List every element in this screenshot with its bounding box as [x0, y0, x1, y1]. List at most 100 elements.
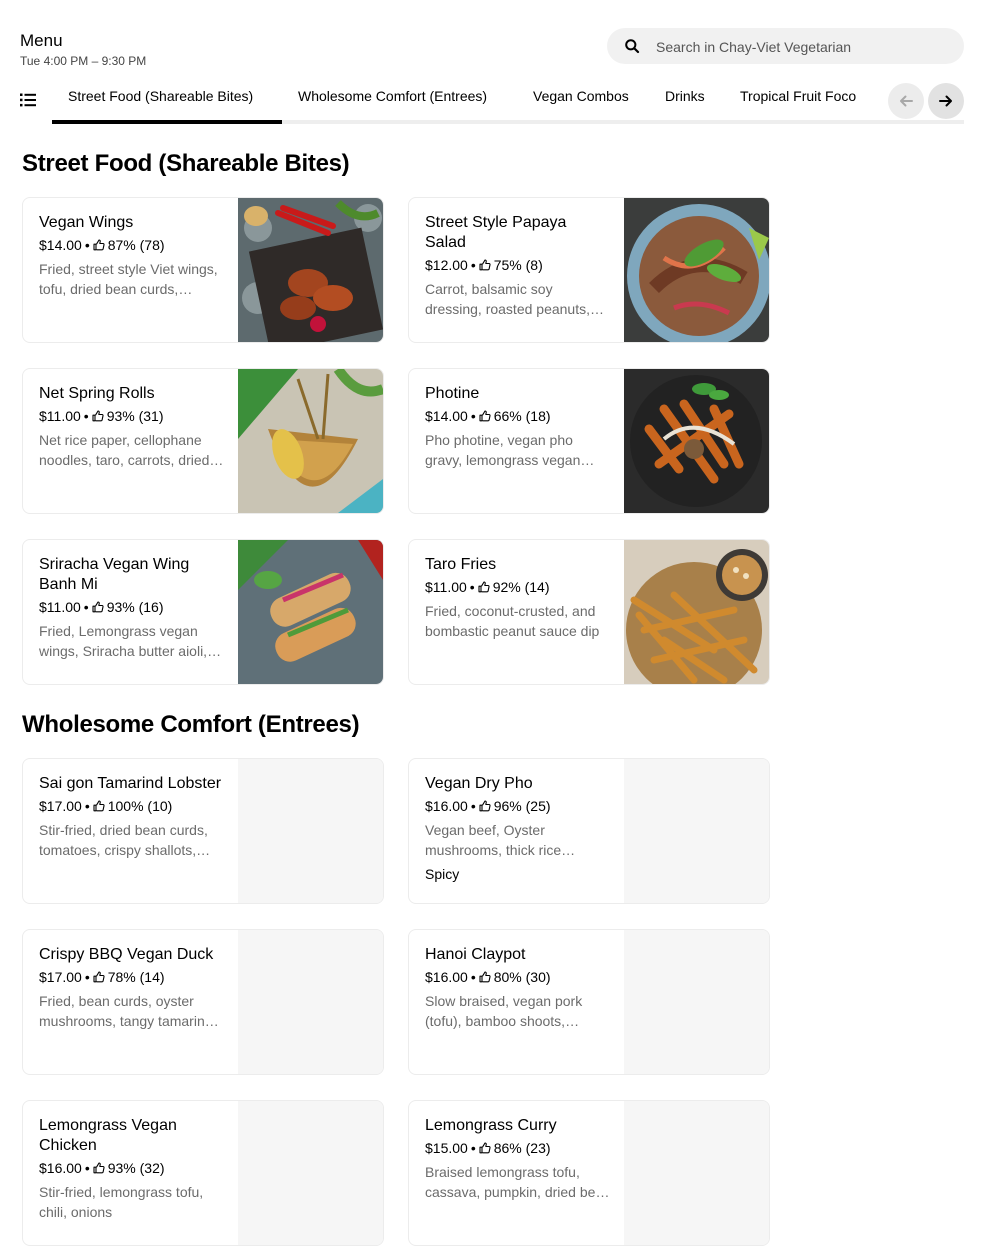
item-name: Vegan Wings	[39, 214, 134, 231]
item-description: Fried, street style Viet wings, tofu, dr…	[39, 261, 218, 297]
spring-rolls-photo	[238, 369, 383, 513]
wings-photo	[238, 198, 383, 342]
image-placeholder	[624, 1101, 769, 1245]
separator: •	[84, 1160, 90, 1176]
menu-item-card[interactable]: Sai gon Tamarind Lobster $17.00 • 100% (1…	[22, 758, 384, 904]
item-price: $17.00	[39, 798, 82, 814]
item-meta: $17.00 • 78% (14)	[39, 967, 225, 987]
item-name: Lemongrass Curry	[425, 1117, 557, 1134]
image-placeholder	[238, 759, 383, 903]
thumbs-up-icon	[93, 239, 105, 251]
image-placeholder	[624, 759, 769, 903]
item-meta: $16.00 • 93% (32)	[39, 1158, 225, 1178]
menu-item-card[interactable]: Vegan Dry Pho $16.00 • 96% (25) Vegan bee…	[408, 758, 770, 904]
item-price: $15.00	[425, 1140, 468, 1156]
item-price: $16.00	[425, 969, 468, 985]
item-name: Taro Fries	[425, 556, 497, 573]
item-price: $14.00	[425, 408, 468, 424]
menu-item-card[interactable]: Net Spring Rolls $11.00 • 93% (31) Net ri…	[22, 368, 384, 514]
tab-wholesome-comfort[interactable]: Wholesome Comfort (Entrees)	[298, 88, 487, 104]
item-description: Vegan beef, Oyster mushrooms, thick rice…	[425, 822, 562, 858]
item-meta: $17.00 • 100% (10)	[39, 796, 225, 816]
menu-item-card[interactable]: Taro Fries $11.00 • 92% (14) Fried, cocon…	[408, 539, 770, 685]
separator: •	[470, 408, 476, 424]
thumbs-up-icon	[92, 601, 104, 613]
item-meta: $11.00 • 93% (16)	[39, 597, 225, 617]
item-meta: $11.00 • 93% (31)	[39, 406, 225, 426]
category-tabs: Street Food (Shareable Bites) Wholesome …	[0, 80, 984, 126]
active-tab-indicator	[52, 120, 282, 124]
item-rating: 96% (25)	[493, 798, 551, 814]
item-description: Carrot, balsamic soy dressing, roasted p…	[425, 281, 590, 317]
item-rating: 100% (10)	[107, 798, 173, 814]
store-hours: Tue 4:00 PM – 9:30 PM	[20, 54, 147, 68]
item-price: $11.00	[39, 599, 81, 615]
arrow-left-icon	[900, 95, 913, 107]
thumbs-up-icon	[92, 410, 104, 422]
item-description: Braised lemongrass tofu, cassava, pumpki…	[425, 1164, 611, 1200]
scroll-left-button[interactable]	[888, 83, 924, 119]
thumbs-up-icon	[479, 410, 491, 422]
thumbs-up-icon	[479, 800, 491, 812]
item-description: Fried, Lemongrass vegan wings, Sriracha …	[39, 623, 208, 659]
list-menu-icon[interactable]	[20, 93, 36, 107]
item-price: $17.00	[39, 969, 82, 985]
search-input[interactable]	[654, 28, 948, 66]
item-name: Hanoi Claypot	[425, 946, 526, 963]
item-price: $11.00	[39, 408, 81, 424]
papaya-salad-photo	[624, 198, 769, 342]
banh-mi-photo	[238, 540, 383, 684]
tab-street-food[interactable]: Street Food (Shareable Bites)	[68, 88, 253, 104]
page-title: Menu	[20, 31, 63, 50]
menu-item-card[interactable]: Photine $14.00 • 66% (18) Pho photine, ve…	[408, 368, 770, 514]
menu-item-card[interactable]: Vegan Wings $14.00 • 87% (78) Fried, stre…	[22, 197, 384, 343]
item-rating: 78% (14)	[107, 969, 165, 985]
menu-item-card[interactable]: Lemongrass Curry $15.00 • 86% (23) Braise…	[408, 1100, 770, 1246]
item-name: Photine	[425, 385, 480, 402]
item-price: $12.00	[425, 257, 468, 273]
item-meta: $14.00 • 66% (18)	[425, 406, 611, 426]
image-placeholder	[624, 930, 769, 1074]
item-meta: $14.00 • 87% (78)	[39, 235, 225, 255]
item-rating: 80% (30)	[493, 969, 551, 985]
menu-item-card[interactable]: Street Style Papaya Salad $12.00 • 75% (8…	[408, 197, 770, 343]
item-description: Fried, bean curds, oyster mushrooms, tan…	[39, 993, 213, 1029]
arrow-right-icon	[939, 95, 952, 107]
tabs-fade	[868, 80, 888, 120]
item-description: Slow braised, vegan pork (tofu), bamboo …	[425, 993, 583, 1029]
tab-vegan-combos[interactable]: Vegan Combos	[533, 88, 629, 104]
item-rating: 66% (18)	[493, 408, 551, 424]
item-name: Vegan Dry Pho	[425, 775, 533, 792]
separator: •	[83, 408, 89, 424]
item-meta: $11.00 • 92% (14)	[425, 577, 611, 597]
item-rating: 93% (32)	[107, 1160, 165, 1176]
item-meta: $15.00 • 86% (23)	[425, 1138, 611, 1158]
item-name: Sai gon Tamarind Lobster	[39, 775, 222, 792]
search-icon	[625, 39, 640, 54]
menu-item-card[interactable]: Sriracha Vegan Wing Banh Mi $11.00 • 93% …	[22, 539, 384, 685]
separator: •	[83, 599, 89, 615]
header: Menu Tue 4:00 PM – 9:30 PM	[0, 0, 984, 80]
section-title-street-food: Street Food (Shareable Bites)	[22, 150, 350, 177]
menu-item-card[interactable]: Crispy BBQ Vegan Duck $17.00 • 78% (14) F…	[22, 929, 384, 1075]
tab-drinks[interactable]: Drinks	[665, 88, 705, 104]
tab-tropical-fruit[interactable]: Tropical Fruit Foco	[740, 88, 856, 104]
thumbs-up-icon	[479, 1142, 491, 1154]
item-name: Net Spring Rolls	[39, 385, 155, 402]
item-description: Stir-fried, dried bean curds, tomatoes, …	[39, 822, 208, 858]
scroll-right-button[interactable]	[928, 83, 964, 119]
separator: •	[470, 1140, 476, 1156]
item-rating: 93% (16)	[106, 599, 164, 615]
section-title-wholesome-comfort: Wholesome Comfort (Entrees)	[22, 711, 360, 738]
separator: •	[470, 257, 476, 273]
thumbs-up-icon	[93, 1162, 105, 1174]
menu-item-card[interactable]: Hanoi Claypot $16.00 • 80% (30) Slow brai…	[408, 929, 770, 1075]
item-meta: $12.00 • 75% (8)	[425, 255, 611, 275]
menu-item-card[interactable]: Lemongrass Vegan Chicken $16.00 • 93% (32…	[22, 1100, 384, 1246]
separator: •	[84, 969, 90, 985]
item-rating: 87% (78)	[107, 237, 165, 253]
item-rating: 75% (8)	[493, 257, 543, 273]
item-price: $14.00	[39, 237, 82, 253]
thumbs-up-icon	[478, 581, 490, 593]
search-bar[interactable]	[607, 28, 964, 66]
